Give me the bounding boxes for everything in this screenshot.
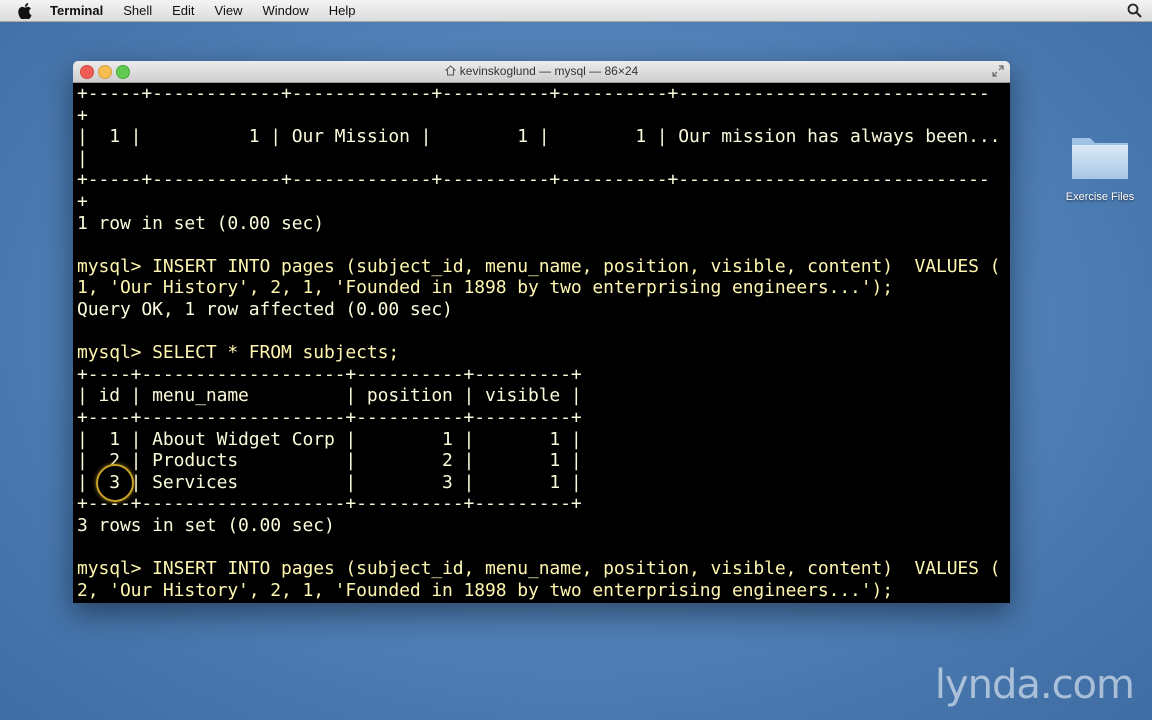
menu-shell[interactable]: Shell <box>113 0 162 21</box>
terminal-line: + <box>77 190 88 212</box>
terminal-line: | id | menu_name | position | visible | <box>77 385 582 407</box>
fullscreen-icon[interactable] <box>992 65 1004 77</box>
terminal-line: +-----+------------+-------------+------… <box>77 169 990 191</box>
terminal-line: +----+-------------------+----------+---… <box>77 363 582 385</box>
terminal-line: + <box>77 104 88 126</box>
menu-bar: Terminal Shell Edit View Window Help <box>0 0 1152 22</box>
menu-help[interactable]: Help <box>319 0 366 21</box>
terminal-line: mysql> INSERT INTO pages (subject_id, me… <box>77 558 1001 580</box>
terminal-window: kevinskoglund — mysql — 86×24 +-----+---… <box>73 61 1010 603</box>
spotlight-search-icon[interactable] <box>1127 3 1142 18</box>
terminal-line: | <box>77 147 88 169</box>
terminal-line: +-----+------------+-------------+------… <box>77 83 990 104</box>
desktop-folder-exercise-files[interactable]: Exercise Files <box>1060 132 1140 203</box>
home-icon <box>444 65 456 76</box>
menu-terminal[interactable]: Terminal <box>50 0 113 21</box>
terminal-line: | 1 | 1 | Our Mission | 1 | 1 | Our miss… <box>77 126 1001 148</box>
menu-view[interactable]: View <box>205 0 253 21</box>
close-button[interactable] <box>80 65 94 79</box>
terminal-line: | 3 | Services | 3 | 1 | <box>77 471 582 493</box>
terminal-line: | 2 | Products | 2 | 1 | <box>77 450 582 472</box>
menu-edit[interactable]: Edit <box>162 0 204 21</box>
terminal-line: 2, 'Our History', 2, 1, 'Founded in 1898… <box>77 579 894 601</box>
lynda-watermark: lynda.com <box>934 662 1135 708</box>
terminal-line: 1 row in set (0.00 sec) <box>77 212 324 234</box>
menu-window[interactable]: Window <box>253 0 319 21</box>
terminal-line: | 1 | About Widget Corp | 1 | 1 | <box>77 428 582 450</box>
zoom-button[interactable] <box>116 65 130 79</box>
apple-icon[interactable] <box>18 2 32 19</box>
folder-label: Exercise Files <box>1065 191 1135 203</box>
terminal-line: 3 rows in set (0.00 sec) <box>77 514 335 536</box>
minimize-button[interactable] <box>98 65 112 79</box>
terminal-line: +----+-------------------+----------+---… <box>77 493 582 515</box>
terminal-content[interactable]: +-----+------------+-------------+------… <box>73 83 1010 603</box>
terminal-line: mysql> INSERT INTO pages (subject_id, me… <box>77 255 1001 277</box>
highlight-annotation <box>96 464 134 502</box>
terminal-line: +----+-------------------+----------+---… <box>77 406 582 428</box>
terminal-line: 1, 'Our History', 2, 1, 'Founded in 1898… <box>77 277 894 299</box>
folder-icon <box>1072 138 1128 179</box>
title-bar[interactable]: kevinskoglund — mysql — 86×24 <box>73 61 1010 83</box>
terminal-line: Query OK, 1 row affected (0.00 sec) <box>77 298 453 320</box>
window-title: kevinskoglund — mysql — 86×24 <box>459 64 639 78</box>
terminal-line: mysql> SELECT * FROM subjects; <box>77 342 400 364</box>
